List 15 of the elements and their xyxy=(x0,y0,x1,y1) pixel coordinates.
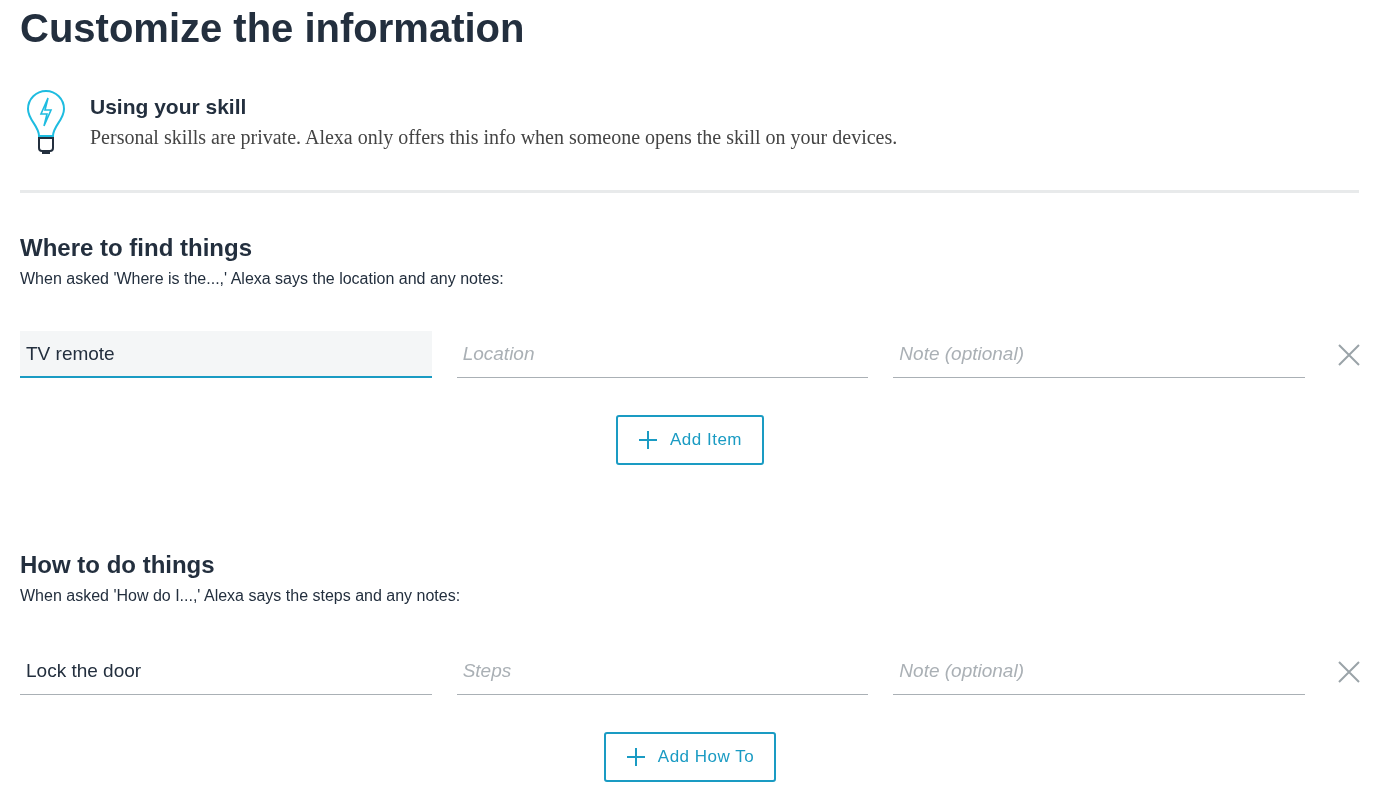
section-description: When asked 'Where is the...,' Alexa says the location and any notes: xyxy=(20,269,505,289)
section-title: Where to find things xyxy=(20,233,253,263)
close-icon xyxy=(1338,660,1360,683)
info-title: Using your skill xyxy=(90,94,248,120)
close-button[interactable] xyxy=(1338,660,1360,683)
section-title: How to do things xyxy=(20,550,216,580)
section-description: When asked 'How do I...,' Alexa says the steps and any notes: xyxy=(20,586,462,606)
text-field[interactable]: TV remote xyxy=(20,331,432,378)
plus-icon xyxy=(625,747,646,767)
info-text: Personal skills are private. Alexa only offers this info when someone opens the skill on your devices. xyxy=(90,125,898,151)
close-icon xyxy=(1338,343,1360,366)
close-button[interactable] xyxy=(1338,343,1360,366)
lightbulb-icon xyxy=(26,90,66,154)
plus-icon xyxy=(637,430,658,450)
page-title: Customize the information xyxy=(20,5,526,52)
